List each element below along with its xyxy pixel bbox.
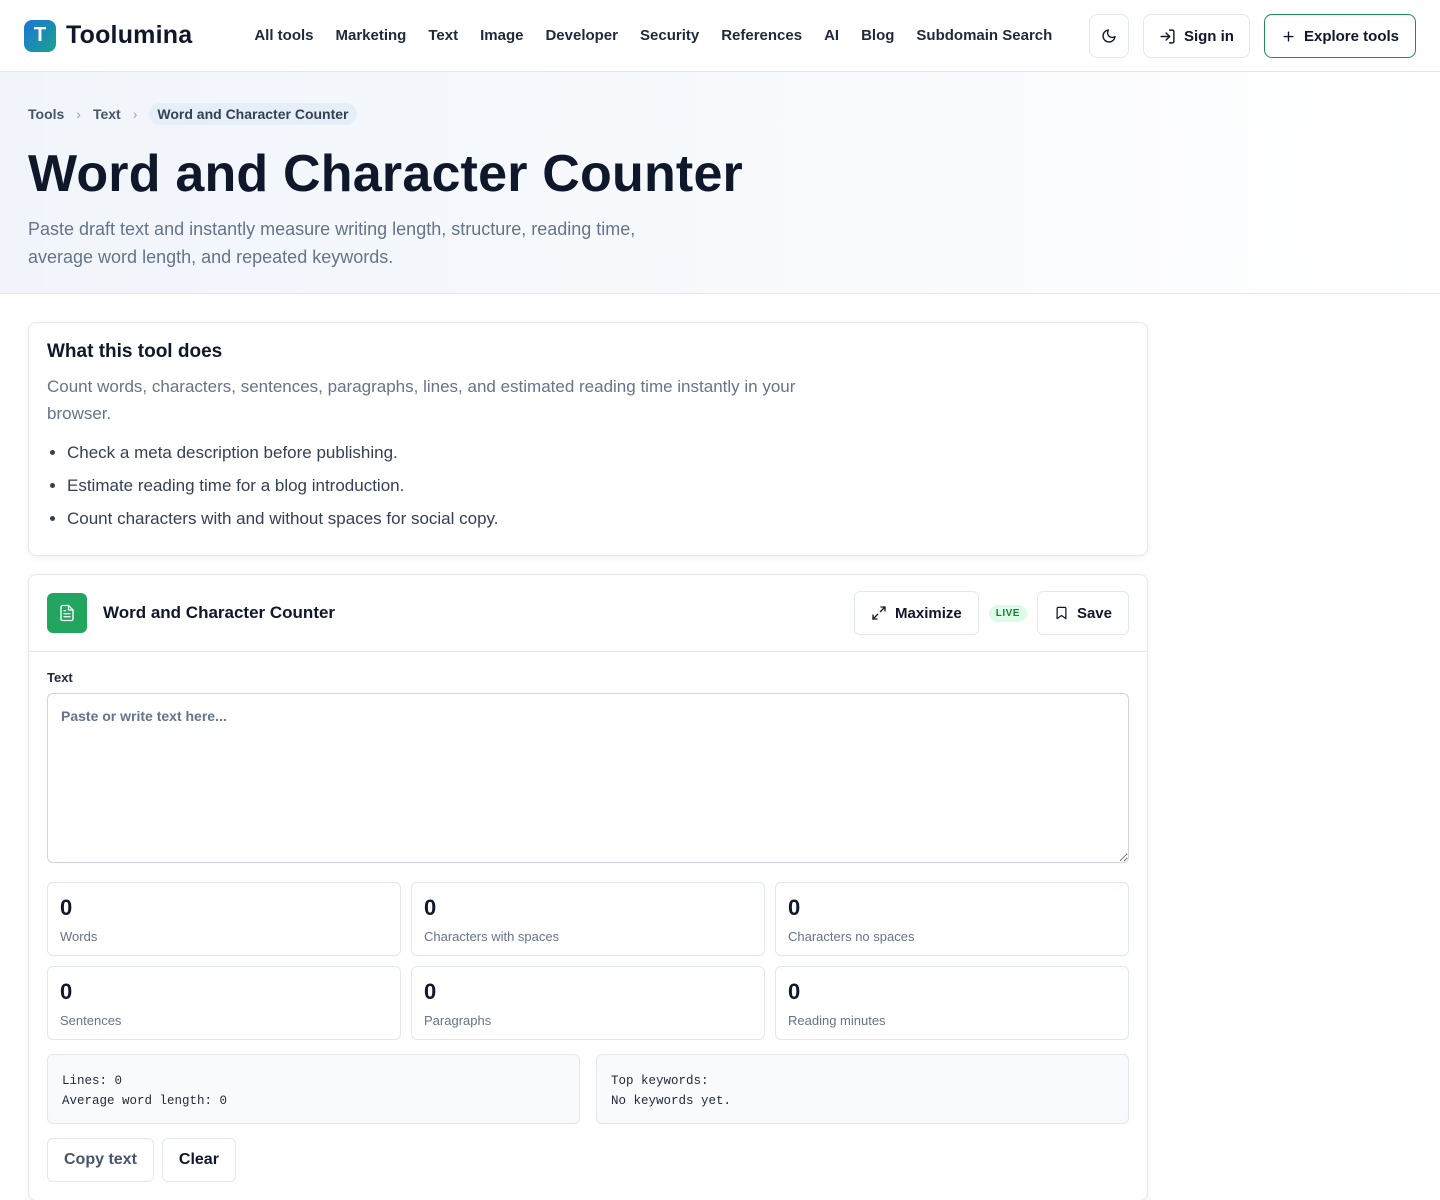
stat-value: 0: [60, 895, 73, 920]
stat-label: Reading minutes: [788, 1013, 886, 1028]
header-actions: Sign in Explore tools: [1088, 14, 1416, 58]
brand-logo: T: [24, 19, 56, 52]
stat-label: Characters no spaces: [788, 929, 915, 944]
nav-text[interactable]: Text: [428, 27, 458, 44]
stat-label: Paragraphs: [424, 1013, 492, 1028]
theme-toggle-button[interactable]: [1088, 14, 1129, 58]
breadcrumb: Tools › Text › Word and Character Counte…: [28, 102, 1412, 126]
breadcrumb-text[interactable]: Text: [93, 106, 121, 122]
nav-ai[interactable]: AI: [824, 27, 839, 44]
use-case-list: Check a meta description before publishi…: [47, 436, 1129, 535]
stat-value: 0: [788, 979, 801, 1004]
nav-references[interactable]: References: [721, 27, 802, 44]
text-field-label: Text: [47, 670, 73, 685]
stat-value: 0: [424, 979, 437, 1004]
breadcrumb-current: Word and Character Counter: [149, 103, 357, 125]
top-navigation: T Toolumina All tools Marketing Text Ima…: [0, 0, 1440, 72]
tool-panel: Word and Character Counter Maximize LIVE…: [28, 574, 1148, 1200]
save-button[interactable]: Save: [1036, 591, 1129, 635]
stat-label: Sentences: [60, 1013, 122, 1028]
maximize-button[interactable]: Maximize: [854, 591, 979, 635]
about-card: What this tool does Count words, charact…: [28, 322, 1148, 556]
tool-actions: Maximize LIVE Save: [854, 591, 1129, 635]
chevron-right-icon: ›: [132, 106, 138, 122]
nav-developer[interactable]: Developer: [545, 27, 618, 44]
breadcrumb-tools[interactable]: Tools: [28, 106, 64, 122]
tool-title: Word and Character Counter: [103, 603, 336, 622]
tool-body: Text 0 Words 0 Characters with spaces 0 …: [29, 652, 1147, 1200]
stat-paragraphs: 0 Paragraphs: [411, 966, 765, 1040]
chevron-right-icon: ›: [76, 106, 81, 122]
save-label: Save: [1076, 604, 1112, 622]
maximize-label: Maximize: [895, 604, 962, 622]
stat-characters-with-spaces: 0 Characters with spaces: [411, 882, 765, 956]
lines-summary: Lines: 0 Average word length: 0: [47, 1054, 580, 1124]
average-word-length: Average word length: 0: [62, 1094, 228, 1108]
stat-sentences: 0 Sentences: [47, 966, 401, 1040]
text-input[interactable]: [47, 693, 1129, 863]
about-text: Count words, characters, sentences, para…: [47, 377, 796, 423]
explore-tools-label: Explore tools: [1303, 27, 1399, 45]
keywords-title: Top keywords:: [611, 1074, 709, 1088]
about-heading: What this tool does: [47, 341, 223, 362]
stat-words: 0 Words: [47, 882, 401, 956]
use-case-item: Count characters with and without spaces…: [67, 502, 1129, 535]
stat-value: 0: [424, 895, 437, 920]
page-description: Paste draft text and instantly measure w…: [28, 219, 636, 268]
stat-label: Words: [60, 929, 98, 944]
lines-count: Lines: 0: [62, 1074, 123, 1088]
sign-in-icon: [1160, 28, 1175, 44]
nav-marketing[interactable]: Marketing: [336, 27, 407, 44]
document-icon: [47, 593, 87, 633]
tool-header: Word and Character Counter Maximize LIVE…: [29, 575, 1147, 652]
nav-image[interactable]: Image: [480, 27, 523, 44]
details-row: Lines: 0 Average word length: 0 Top keyw…: [47, 1054, 1129, 1124]
explore-tools-button[interactable]: Explore tools: [1263, 14, 1416, 58]
live-badge: LIVE: [988, 604, 1027, 622]
use-case-item: Estimate reading time for a blog introdu…: [67, 469, 1129, 502]
stat-value: 0: [788, 895, 801, 920]
nav-subdomain-search[interactable]: Subdomain Search: [916, 27, 1052, 44]
main-nav: All tools Marketing Text Image Developer…: [254, 27, 1074, 44]
stat-reading-minutes: 0 Reading minutes: [775, 966, 1129, 1040]
stat-label: Characters with spaces: [424, 929, 560, 944]
bookmark-icon: [1056, 606, 1067, 620]
nav-security[interactable]: Security: [640, 27, 699, 44]
brand-name: Toolumina: [66, 21, 193, 49]
sign-in-label: Sign in: [1183, 27, 1234, 45]
clear-button[interactable]: Clear: [161, 1138, 236, 1182]
main-content: What this tool does Count words, charact…: [0, 294, 1148, 1200]
brand[interactable]: T Toolumina: [24, 19, 193, 52]
use-case-item: Check a meta description before publishi…: [67, 436, 1129, 469]
stat-characters-no-spaces: 0 Characters no spaces: [775, 882, 1129, 956]
stat-value: 0: [60, 979, 73, 1004]
keywords-value: No keywords yet.: [611, 1094, 732, 1108]
copy-text-button[interactable]: Copy text: [47, 1138, 154, 1182]
plus-icon: [1283, 30, 1294, 42]
stats-grid: 0 Words 0 Characters with spaces 0 Chara…: [47, 882, 1129, 1040]
keywords-summary: Top keywords: No keywords yet.: [596, 1054, 1129, 1124]
nav-all-tools[interactable]: All tools: [254, 27, 313, 44]
nav-blog[interactable]: Blog: [861, 27, 894, 44]
moon-icon: [1102, 29, 1116, 43]
sign-in-button[interactable]: Sign in: [1142, 14, 1250, 58]
hero-section: Tools › Text › Word and Character Counte…: [0, 72, 1440, 294]
tool-footer-actions: Copy text Clear: [47, 1138, 1129, 1182]
page-title: Word and Character Counter: [28, 145, 743, 203]
expand-icon: [872, 606, 886, 620]
